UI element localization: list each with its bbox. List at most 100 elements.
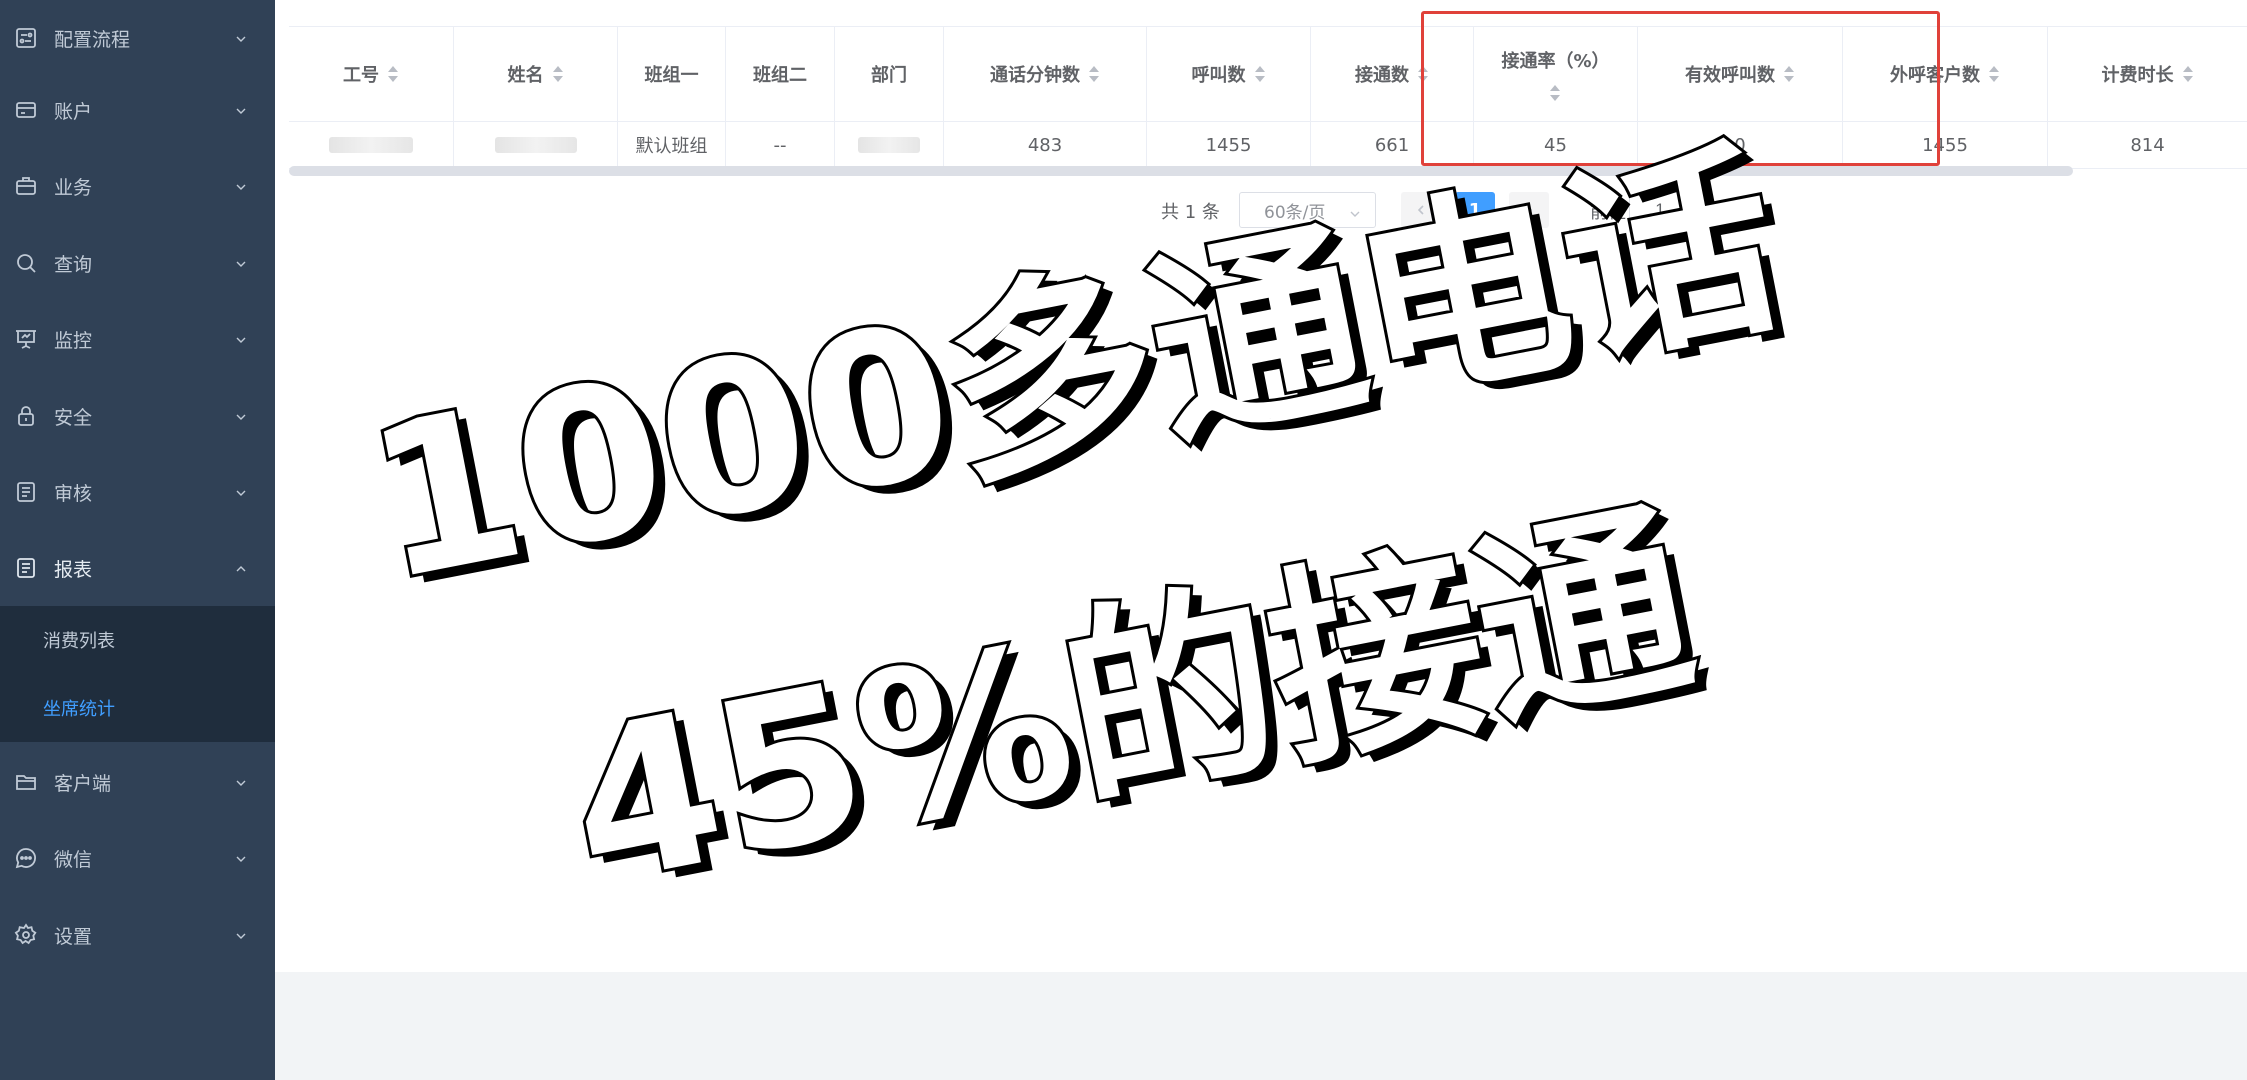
sort-icon[interactable] [2182, 66, 2194, 82]
sidebar-item-config-flow[interactable]: 配置流程 [0, 0, 275, 76]
chevron-down-icon [235, 406, 247, 420]
cell-connect-rate: 45 [1474, 122, 1638, 168]
column-header-team-one: 班组一 [618, 27, 726, 121]
sidebar-item-client[interactable]: 客户端 [0, 744, 275, 820]
column-header-valid-calls[interactable]: 有效呼叫数 [1638, 27, 1843, 121]
cell-valid-calls: 0 [1638, 122, 1843, 168]
sidebar-item-label: 审核 [54, 482, 93, 505]
monitor-icon [14, 327, 38, 351]
folder-icon [14, 770, 38, 794]
sidebar-item-label: 账户 [54, 100, 93, 123]
sidebar-item-settings[interactable]: 设置 [0, 897, 275, 973]
sidebar-item-label: 监控 [54, 329, 93, 352]
column-header-connected[interactable]: 接通数 [1311, 27, 1474, 121]
submenu-item-label: 消费列表 [43, 631, 115, 652]
horizontal-scrollbar[interactable] [289, 166, 2073, 176]
sidebar-item-label: 业务 [54, 176, 93, 199]
sidebar-item-monitor[interactable]: 监控 [0, 301, 275, 377]
sort-icon[interactable] [1988, 66, 2000, 82]
page-size-select[interactable]: 60条/页 [1239, 192, 1376, 228]
chevron-down-icon [235, 100, 247, 114]
chevron-down-icon [235, 329, 247, 343]
chevron-down-icon [1349, 205, 1361, 217]
sidebar-item-business[interactable]: 业务 [0, 148, 275, 224]
lock-icon [14, 404, 38, 428]
card-icon [14, 98, 38, 122]
column-header-billing-duration[interactable]: 计费时长 [2048, 27, 2247, 121]
submenu-item-agent-stats[interactable]: 坐席统计 [0, 674, 275, 742]
sort-icon[interactable] [1549, 85, 1561, 101]
sidebar-item-label: 查询 [54, 253, 93, 276]
column-header-connect-rate[interactable]: 接通率（%） [1474, 27, 1638, 121]
sort-icon[interactable] [1783, 66, 1795, 82]
chevron-down-icon [235, 28, 247, 42]
cell-billing-duration: 814 [2048, 122, 2247, 168]
page-size-value: 60条/页 [1264, 202, 1326, 223]
column-header-name[interactable]: 姓名 [454, 27, 618, 121]
sidebar-item-audit[interactable]: 审核 [0, 454, 275, 530]
sidebar-item-label: 客户端 [54, 772, 112, 795]
cell-outbound-customers: 1455 [1843, 122, 2048, 168]
page-number-button[interactable]: 1 [1455, 192, 1495, 228]
sidebar: 配置流程 账户 业务 查询 监控 安全 审核 报表 消费列表 坐席统计 客户端 … [0, 0, 275, 1080]
main-content: 工号 姓名 班组一 班组二 部门 通话分钟数 呼叫数 接通数 接通率（%） 有效… [275, 0, 2247, 1080]
page-unit-label: 页 [1700, 202, 1718, 223]
cell-connected: 661 [1311, 122, 1474, 168]
column-header-call-minutes[interactable]: 通话分钟数 [944, 27, 1147, 121]
chevron-down-icon [235, 176, 247, 190]
pagination: 共 1 条 60条/页 1 前往 1 页 [275, 192, 2247, 228]
sidebar-item-label: 配置流程 [54, 28, 131, 51]
sidebar-item-label: 微信 [54, 848, 93, 871]
sidebar-item-wechat[interactable]: 微信 [0, 820, 275, 896]
document-icon [14, 480, 38, 504]
sort-icon[interactable] [552, 66, 564, 82]
cell-team-one: 默认班组 [618, 122, 726, 168]
redacted-value [494, 137, 577, 153]
column-header-employee-id[interactable]: 工号 [289, 27, 454, 121]
cell-name [454, 122, 618, 168]
chevron-down-icon [235, 848, 247, 862]
gear-icon [14, 923, 38, 947]
column-header-outbound-customers[interactable]: 外呼客户数 [1843, 27, 2048, 121]
prev-page-button[interactable] [1401, 192, 1441, 228]
sidebar-item-reports[interactable]: 报表 [0, 530, 275, 606]
sidebar-item-label: 设置 [54, 925, 93, 948]
sort-icon[interactable] [1417, 66, 1429, 82]
chevron-down-icon [235, 253, 247, 267]
sidebar-item-query[interactable]: 查询 [0, 225, 275, 301]
chevron-right-icon [1523, 200, 1535, 221]
chevron-down-icon [235, 925, 247, 939]
redacted-value [858, 137, 920, 153]
goto-page-input[interactable]: 1 [1629, 192, 1691, 228]
column-header-calls[interactable]: 呼叫数 [1147, 27, 1311, 121]
submenu-item-consumption-list[interactable]: 消费列表 [0, 606, 275, 674]
chevron-down-icon [235, 482, 247, 496]
sidebar-item-account[interactable]: 账户 [0, 72, 275, 148]
report-icon [14, 556, 38, 580]
submenu-item-label: 坐席统计 [43, 699, 115, 720]
redacted-value [329, 137, 413, 153]
pagination-total: 共 1 条 [1161, 202, 1220, 223]
cell-call-minutes: 483 [944, 122, 1147, 168]
footer-background [275, 972, 2247, 1080]
cell-department [835, 122, 944, 168]
cell-team-two: -- [726, 122, 835, 168]
column-header-department: 部门 [835, 27, 944, 121]
cell-calls: 1455 [1147, 122, 1311, 168]
sort-icon[interactable] [387, 66, 399, 82]
agent-stats-table: 工号 姓名 班组一 班组二 部门 通话分钟数 呼叫数 接通数 接通率（%） 有效… [289, 26, 2247, 176]
chevron-down-icon [235, 772, 247, 786]
search-icon [14, 251, 38, 275]
next-page-button[interactable] [1509, 192, 1549, 228]
chat-icon [14, 846, 38, 870]
sort-icon[interactable] [1088, 66, 1100, 82]
briefcase-icon [14, 174, 38, 198]
chevron-left-icon [1415, 200, 1427, 221]
sort-icon[interactable] [1254, 66, 1266, 82]
table-row[interactable]: 默认班组 -- 483 1455 661 45 0 1455 814 [289, 121, 2247, 169]
goto-label: 前往 [1590, 202, 1626, 223]
sidebar-item-security[interactable]: 安全 [0, 378, 275, 454]
sidebar-item-label: 报表 [54, 558, 93, 581]
column-header-team-two: 班组二 [726, 27, 835, 121]
cell-employee-id [289, 122, 454, 168]
